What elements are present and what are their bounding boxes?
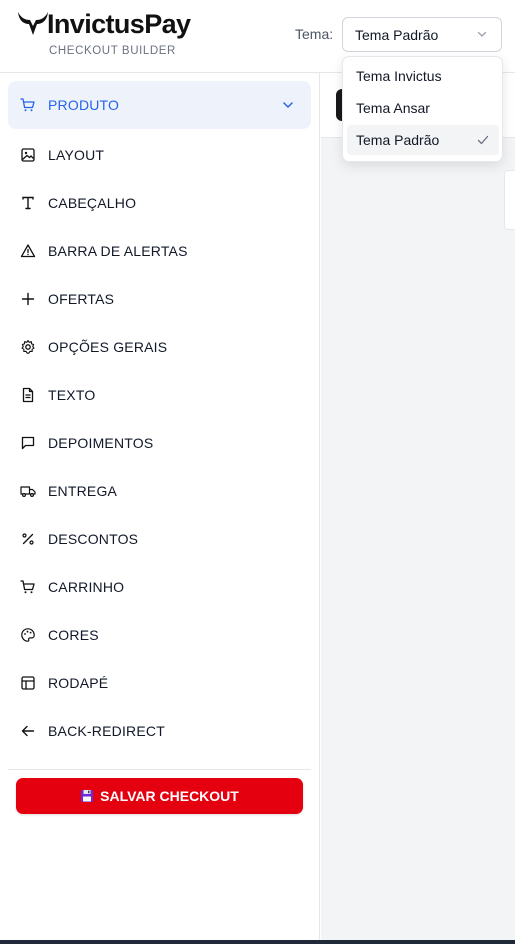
sidebar-item-opcoes-gerais[interactable]: OPÇÕES GERAIS: [8, 323, 311, 371]
plus-icon: [20, 291, 36, 307]
theme-option-ansar[interactable]: Tema Ansar: [347, 93, 499, 123]
sidebar-item-label: BACK-REDIRECT: [48, 723, 165, 739]
sidebar-item-descontos[interactable]: DESCONTOS: [8, 515, 311, 563]
sidebar-item-label: PRODUTO: [48, 97, 120, 113]
preview-card: [504, 170, 515, 230]
sidebar-item-label: DESCONTOS: [48, 531, 139, 547]
sidebar-item-cores[interactable]: CORES: [8, 611, 311, 659]
sidebar-item-label: DEPOIMENTOS: [48, 435, 154, 451]
gear-icon: [20, 339, 36, 355]
theme-option-padrao[interactable]: Tema Padrão: [347, 125, 499, 155]
sidebar-item-back-redirect[interactable]: BACK-REDIRECT: [8, 707, 311, 755]
window-bottom-edge: [0, 940, 515, 944]
sidebar-item-carrinho[interactable]: CARRINHO: [8, 563, 311, 611]
brand-subtitle: CHECKOUT BUILDER: [49, 45, 176, 57]
arrow-left-icon: [20, 723, 36, 739]
theme-option-label: Tema Padrão: [356, 132, 440, 148]
cart-icon: [20, 97, 36, 113]
type-icon: [20, 195, 36, 211]
sidebar-item-ofertas[interactable]: OFERTAS: [8, 275, 311, 323]
theme-option-invictus[interactable]: Tema Invictus: [347, 61, 499, 91]
sidebar-divider: [8, 769, 311, 770]
sidebar-item-texto[interactable]: TEXTO: [8, 371, 311, 419]
sidebar-item-rodape[interactable]: RODAPÉ: [8, 659, 311, 707]
chevron-down-icon: [477, 31, 487, 37]
sidebar-item-layout[interactable]: LAYOUT: [8, 131, 311, 179]
sidebar-item-label: RODAPÉ: [48, 675, 109, 691]
theme-select-value: Tema Padrão: [355, 26, 439, 43]
theme-option-label: Tema Invictus: [356, 68, 442, 84]
sidebar-item-label: OFERTAS: [48, 291, 115, 307]
sidebar-item-depoimentos[interactable]: DEPOIMENTOS: [8, 419, 311, 467]
theme-dropdown: Tema Invictus Tema Ansar Tema Padrão: [342, 56, 503, 162]
palette-icon: [20, 627, 36, 643]
brand-logo: InvictusPay: [16, 8, 191, 40]
sidebar-item-barra-de-alertas[interactable]: BARRA DE ALERTAS: [8, 227, 311, 275]
floppy-disk-icon: [81, 790, 94, 802]
sidebar-item-label: OPÇÕES GERAIS: [48, 339, 168, 355]
theme-select[interactable]: Tema Padrão: [342, 17, 502, 52]
sidebar-item-cabecalho[interactable]: CABEÇALHO: [8, 179, 311, 227]
sidebar-item-label: TEXTO: [48, 387, 96, 403]
brand-name: InvictusPay: [47, 9, 191, 39]
preview-area: [321, 73, 515, 944]
chevron-down-icon[interactable]: [282, 99, 294, 111]
save-checkout-button[interactable]: SALVAR CHECKOUT: [16, 778, 303, 814]
theme-label: Tema:: [295, 26, 334, 42]
percent-icon: [20, 531, 36, 547]
check-icon: [477, 135, 489, 145]
alert-triangle-icon: [20, 243, 36, 259]
sidebar-item-label: LAYOUT: [48, 147, 105, 163]
sidebar: PRODUTO LAYOUT CABEÇALHO BARRA DE ALERTA…: [0, 73, 320, 944]
message-square-icon: [20, 435, 36, 451]
theme-option-label: Tema Ansar: [356, 100, 430, 116]
bull-horns-icon: [18, 12, 48, 35]
cart-icon: [20, 579, 36, 595]
file-text-icon: [20, 387, 36, 403]
sidebar-item-label: CABEÇALHO: [48, 195, 137, 211]
sidebar-item-label: ENTREGA: [48, 483, 118, 499]
sidebar-item-label: BARRA DE ALERTAS: [48, 243, 188, 259]
sidebar-item-label: CARRINHO: [48, 579, 125, 595]
image-icon: [20, 147, 36, 163]
truck-icon: [20, 483, 36, 499]
sidebar-item-label: CORES: [48, 627, 99, 643]
sidebar-item-entrega[interactable]: ENTREGA: [8, 467, 311, 515]
save-checkout-label: SALVAR CHECKOUT: [100, 788, 239, 804]
layout-icon: [20, 675, 36, 691]
sidebar-item-produto[interactable]: PRODUTO: [8, 81, 311, 129]
